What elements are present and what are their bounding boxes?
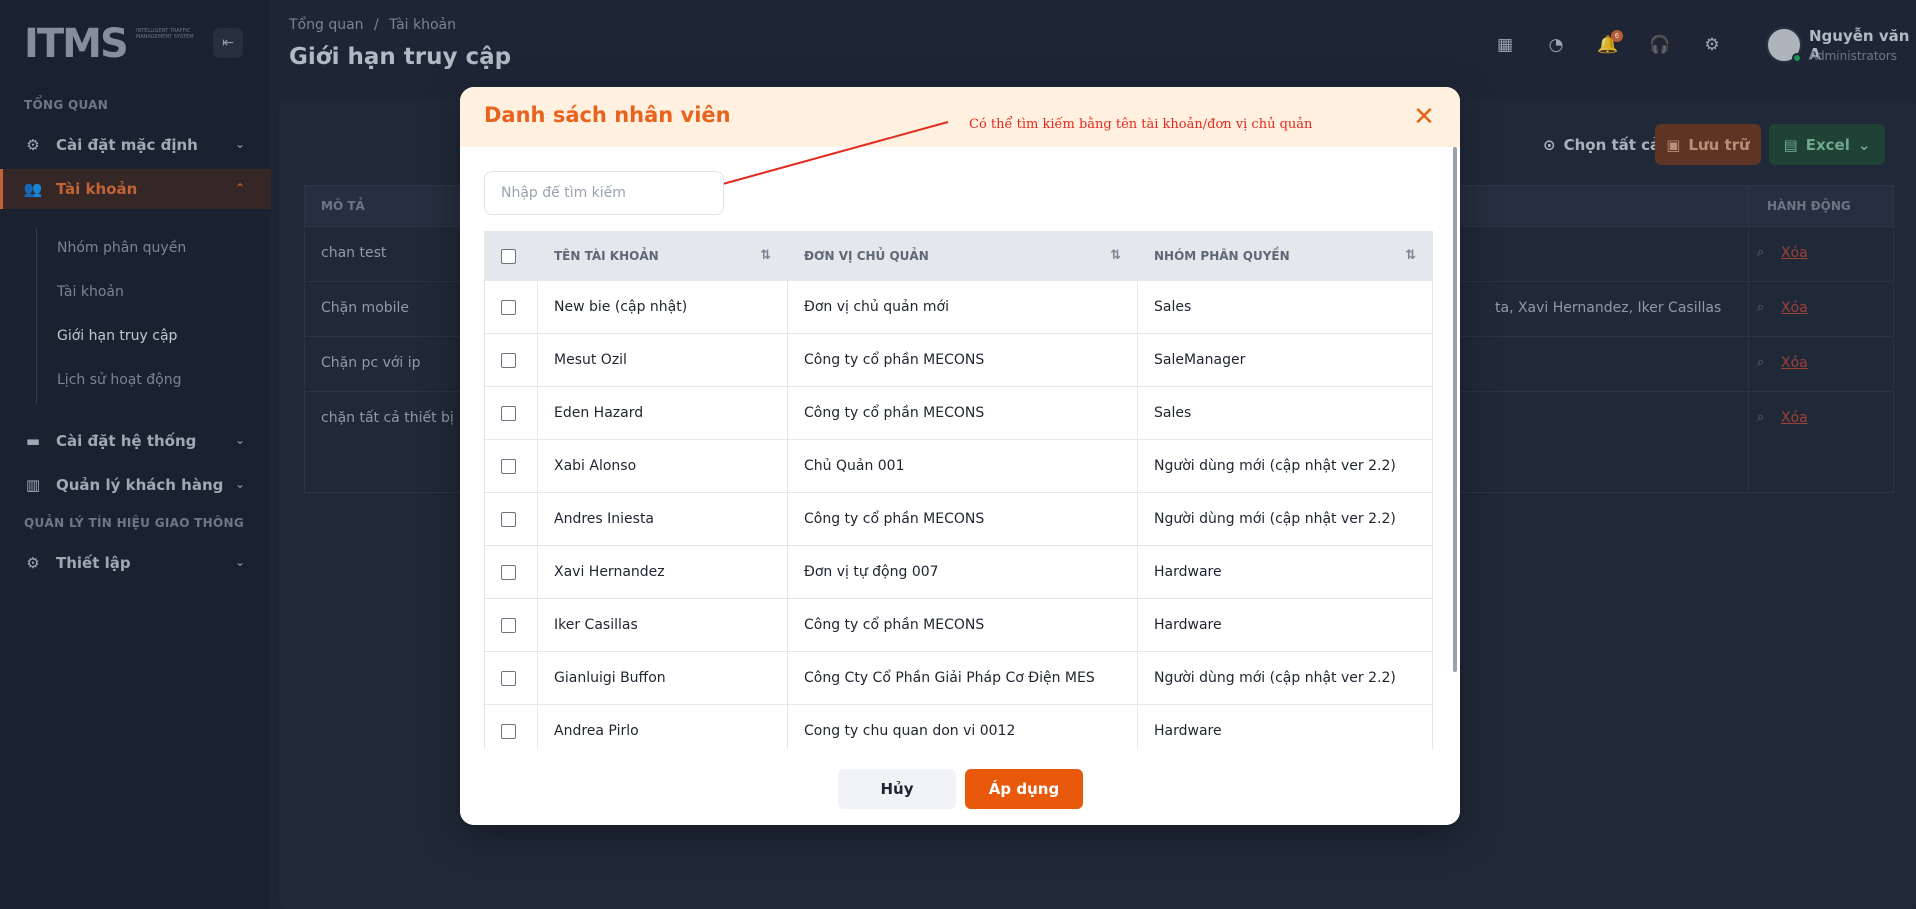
row-checkbox-cell xyxy=(484,386,538,440)
cell-permission-group: Người dùng mới (cập nhật ver 2.2) xyxy=(1137,492,1433,546)
cell-permission-group: Hardware xyxy=(1137,545,1433,599)
row-checkbox-cell xyxy=(484,545,538,599)
column-header-label: TÊN TÀI KHOẢN xyxy=(554,249,659,263)
row-checkbox[interactable] xyxy=(501,458,516,474)
table-row[interactable]: Xabi Alonso Chủ Quản 001 Người dùng mới … xyxy=(484,439,1433,493)
cell-permission-group: Người dùng mới (cập nhật ver 2.2) xyxy=(1137,651,1433,705)
cell-account-name: Iker Casillas xyxy=(537,598,788,652)
cell-permission-group: SaleManager xyxy=(1137,333,1433,387)
modal-header: Danh sách nhân viên Có thể tìm kiếm bằng… xyxy=(460,87,1460,147)
table-row[interactable]: Mesut Ozil Công ty cổ phần MECONS SaleMa… xyxy=(484,333,1433,387)
table-row[interactable]: Gianluigi Buffon Công Cty Cổ Phần Giải P… xyxy=(484,651,1433,705)
search-input[interactable] xyxy=(484,171,724,215)
cell-owner-unit: Công ty cổ phần MECONS xyxy=(787,598,1138,652)
cancel-button[interactable]: Hủy xyxy=(838,769,956,809)
modal-title: Danh sách nhân viên xyxy=(484,103,731,127)
cell-owner-unit: Công ty cổ phần MECONS xyxy=(787,386,1138,440)
sort-icon[interactable]: ⇅ xyxy=(1110,248,1121,263)
cell-account-name: Mesut Ozil xyxy=(537,333,788,387)
row-checkbox[interactable] xyxy=(501,511,516,527)
cell-account-name: Xabi Alonso xyxy=(537,439,788,493)
column-header-label: ĐƠN VỊ CHỦ QUẢN xyxy=(804,249,929,263)
table-row[interactable]: Andres Iniesta Công ty cổ phần MECONS Ng… xyxy=(484,492,1433,546)
cell-owner-unit: Công ty cổ phần MECONS xyxy=(787,333,1138,387)
table-row[interactable]: New bie (cập nhật) Đơn vị chủ quản mới S… xyxy=(484,280,1433,334)
modal-scrollbar[interactable] xyxy=(1453,147,1457,672)
row-checkbox[interactable] xyxy=(501,617,516,633)
row-checkbox-cell xyxy=(484,651,538,705)
employee-list-modal: Danh sách nhân viên Có thể tìm kiếm bằng… xyxy=(460,87,1460,825)
row-checkbox-cell xyxy=(484,704,538,749)
cell-owner-unit: Công ty cổ phần MECONS xyxy=(787,492,1138,546)
row-checkbox-cell xyxy=(484,280,538,334)
cell-permission-group: Sales xyxy=(1137,280,1433,334)
row-checkbox-cell xyxy=(484,492,538,546)
row-checkbox[interactable] xyxy=(501,352,516,368)
column-header-account-name[interactable]: TÊN TÀI KHOẢN ⇅ xyxy=(537,231,788,281)
cell-account-name: Andrea Pirlo xyxy=(537,704,788,749)
cell-permission-group: Hardware xyxy=(1137,704,1433,749)
table-row[interactable]: Iker Casillas Công ty cổ phần MECONS Har… xyxy=(484,598,1433,652)
row-checkbox[interactable] xyxy=(501,299,516,315)
cell-account-name: Gianluigi Buffon xyxy=(537,651,788,705)
row-checkbox[interactable] xyxy=(501,723,516,739)
modal-footer: Hủy Áp dụng xyxy=(460,749,1460,825)
select-all-checkbox[interactable] xyxy=(501,248,516,264)
row-checkbox[interactable] xyxy=(501,564,516,580)
close-button[interactable]: ✕ xyxy=(1410,103,1438,131)
column-header-owner-unit[interactable]: ĐƠN VỊ CHỦ QUẢN ⇅ xyxy=(787,231,1138,281)
sort-icon[interactable]: ⇅ xyxy=(1405,248,1416,263)
cell-owner-unit: Chủ Quản 001 xyxy=(787,439,1138,493)
cell-permission-group: Sales xyxy=(1137,386,1433,440)
cell-permission-group: Người dùng mới (cập nhật ver 2.2) xyxy=(1137,439,1433,493)
row-checkbox-cell xyxy=(484,439,538,493)
apply-button[interactable]: Áp dụng xyxy=(965,769,1083,809)
cell-account-name: Andres Iniesta xyxy=(537,492,788,546)
cell-account-name: Eden Hazard xyxy=(537,386,788,440)
table-row[interactable]: Xavi Hernandez Đơn vị tự động 007 Hardwa… xyxy=(484,545,1433,599)
employee-table: TÊN TÀI KHOẢN ⇅ ĐƠN VỊ CHỦ QUẢN ⇅ NHÓM PHÂ… xyxy=(484,231,1433,749)
cell-owner-unit: Đơn vị chủ quản mới xyxy=(787,280,1138,334)
header-checkbox-cell xyxy=(484,231,538,281)
table-row[interactable]: Andrea Pirlo Cong ty chu quan don vi 001… xyxy=(484,704,1433,749)
row-checkbox[interactable] xyxy=(501,670,516,686)
employee-table-scroll[interactable]: TÊN TÀI KHOẢN ⇅ ĐƠN VỊ CHỦ QUẢN ⇅ NHÓM PHÂ… xyxy=(460,231,1460,749)
cell-owner-unit: Cong ty chu quan don vi 0012 xyxy=(787,704,1138,749)
cell-account-name: New bie (cập nhật) xyxy=(537,280,788,334)
close-icon: ✕ xyxy=(1413,102,1435,132)
cell-owner-unit: Đơn vị tự động 007 xyxy=(787,545,1138,599)
column-header-label: NHÓM PHÂN QUYỀN xyxy=(1154,249,1290,263)
column-header-permission-group[interactable]: NHÓM PHÂN QUYỀN ⇅ xyxy=(1137,231,1433,281)
employee-table-header: TÊN TÀI KHOẢN ⇅ ĐƠN VỊ CHỦ QUẢN ⇅ NHÓM PHÂ… xyxy=(484,231,1433,281)
cell-account-name: Xavi Hernandez xyxy=(537,545,788,599)
row-checkbox-cell xyxy=(484,333,538,387)
cell-permission-group: Hardware xyxy=(1137,598,1433,652)
sort-icon[interactable]: ⇅ xyxy=(760,248,771,263)
annotation-note: Có thể tìm kiếm bằng tên tài khoản/đơn v… xyxy=(969,117,1313,132)
row-checkbox-cell xyxy=(484,598,538,652)
table-row[interactable]: Eden Hazard Công ty cổ phần MECONS Sales xyxy=(484,386,1433,440)
row-checkbox[interactable] xyxy=(501,405,516,421)
cell-owner-unit: Công Cty Cổ Phần Giải Pháp Cơ Điện MES xyxy=(787,651,1138,705)
